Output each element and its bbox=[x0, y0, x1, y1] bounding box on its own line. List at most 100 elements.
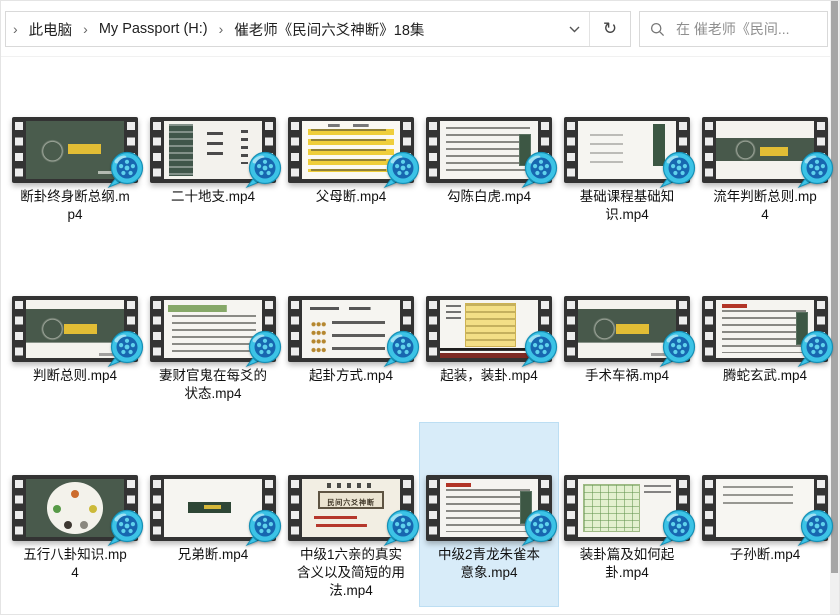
video-player-reel-icon bbox=[381, 329, 423, 369]
thumbnail-area bbox=[6, 423, 144, 541]
file-tile[interactable]: 勾陈白虎.mp4 bbox=[420, 65, 558, 244]
video-player-reel-icon bbox=[381, 508, 423, 548]
file-name: 起卦方式.mp4 bbox=[282, 367, 420, 417]
video-player-reel-icon bbox=[381, 150, 423, 190]
thumbnail-area bbox=[144, 244, 282, 362]
video-player-reel-icon bbox=[657, 329, 699, 369]
file-name: 流年判断总则.mp4 bbox=[696, 188, 834, 238]
video-player-reel-icon bbox=[243, 329, 285, 369]
search-input[interactable] bbox=[674, 20, 817, 38]
video-thumbnail-filmstrip bbox=[564, 117, 690, 183]
video-player-reel-icon bbox=[519, 508, 561, 548]
video-player-reel-icon bbox=[519, 329, 561, 369]
video-player-reel-icon bbox=[657, 508, 699, 548]
file-tile[interactable]: 妻财官鬼在每爻的状态.mp4 bbox=[144, 244, 282, 423]
video-thumbnail-filmstrip: 民间六爻神断 bbox=[288, 475, 414, 541]
breadcrumb-root-chevron-icon[interactable]: › bbox=[6, 21, 25, 37]
thumbnail-area bbox=[144, 65, 282, 183]
thumbnail-title-text: 民间六爻神断 bbox=[316, 495, 387, 509]
file-tile[interactable]: 起卦方式.mp4 bbox=[282, 244, 420, 423]
file-name: 中级2青龙朱雀本意象.mp4 bbox=[420, 546, 558, 596]
breadcrumb-drive[interactable]: My Passport (H:) bbox=[95, 21, 212, 37]
file-tile[interactable]: 装卦篇及如何起卦.mp4 bbox=[558, 423, 696, 606]
thumbnail-area bbox=[420, 65, 558, 183]
video-thumbnail-filmstrip bbox=[702, 117, 828, 183]
search-icon bbox=[650, 22, 665, 37]
video-player-reel-icon bbox=[243, 508, 285, 548]
video-thumbnail-filmstrip bbox=[12, 296, 138, 362]
thumbnail-area bbox=[696, 65, 834, 183]
file-name: 勾陈白虎.mp4 bbox=[420, 188, 558, 238]
file-tile[interactable]: 二十地支.mp4 bbox=[144, 65, 282, 244]
video-player-reel-icon bbox=[657, 150, 699, 190]
video-thumbnail-filmstrip bbox=[564, 475, 690, 541]
file-tile[interactable]: 子孙断.mp4 bbox=[696, 423, 834, 606]
search-box[interactable] bbox=[639, 11, 828, 47]
address-bar[interactable]: › 此电脑 › My Passport (H:) › 催老师《民间六爻神断》18… bbox=[5, 11, 631, 47]
file-tile[interactable]: 手术车祸.mp4 bbox=[558, 244, 696, 423]
thumbnail-area bbox=[420, 423, 558, 541]
thumbnail-area bbox=[420, 244, 558, 362]
file-name: 手术车祸.mp4 bbox=[558, 367, 696, 417]
video-thumbnail-filmstrip bbox=[702, 475, 828, 541]
file-name: 装卦篇及如何起卦.mp4 bbox=[558, 546, 696, 596]
file-tile[interactable]: 民间六爻神断 中级1六亲的真实含义以及简短的用法.mp4 bbox=[282, 423, 420, 606]
file-name: 中级1六亲的真实含义以及简短的用法.mp4 bbox=[282, 546, 420, 600]
breadcrumb-current-folder[interactable]: 催老师《民间六爻神断》18集 bbox=[230, 19, 428, 40]
file-name: 兄弟断.mp4 bbox=[144, 546, 282, 596]
video-thumbnail-filmstrip bbox=[288, 117, 414, 183]
video-player-reel-icon bbox=[105, 150, 147, 190]
file-tile[interactable]: 兄弟断.mp4 bbox=[144, 423, 282, 606]
file-name: 腾蛇玄武.mp4 bbox=[696, 367, 834, 417]
explorer-toolbar: › 此电脑 › My Passport (H:) › 催老师《民间六爻神断》18… bbox=[1, 1, 830, 57]
file-tile[interactable]: 腾蛇玄武.mp4 bbox=[696, 244, 834, 423]
thumbnail-area bbox=[6, 65, 144, 183]
file-name: 判断总则.mp4 bbox=[6, 367, 144, 417]
thumbnail-area bbox=[558, 423, 696, 541]
file-tile[interactable]: 父母断.mp4 bbox=[282, 65, 420, 244]
file-name: 子孙断.mp4 bbox=[696, 546, 834, 596]
video-thumbnail-filmstrip bbox=[288, 296, 414, 362]
address-dropdown-button[interactable] bbox=[559, 12, 589, 46]
refresh-button[interactable]: ↻ bbox=[590, 12, 630, 46]
file-tile[interactable]: 判断总则.mp4 bbox=[6, 244, 144, 423]
video-player-reel-icon bbox=[243, 150, 285, 190]
video-player-reel-icon bbox=[519, 150, 561, 190]
file-name: 基础课程基础知识.mp4 bbox=[558, 188, 696, 238]
thumbnail-area bbox=[696, 244, 834, 362]
video-thumbnail-filmstrip bbox=[426, 117, 552, 183]
file-tile[interactable]: 断卦终身断总纲.mp4 bbox=[6, 65, 144, 244]
file-tile[interactable]: 流年判断总则.mp4 bbox=[696, 65, 834, 244]
thumbnail-area: 民间六爻神断 bbox=[282, 423, 420, 541]
video-thumbnail-filmstrip bbox=[12, 475, 138, 541]
thumbnail-area bbox=[282, 65, 420, 183]
file-tile[interactable]: 基础课程基础知识.mp4 bbox=[558, 65, 696, 244]
video-thumbnail-filmstrip bbox=[150, 475, 276, 541]
video-thumbnail-filmstrip bbox=[426, 296, 552, 362]
video-player-reel-icon bbox=[105, 329, 147, 369]
video-thumbnail-filmstrip bbox=[564, 296, 690, 362]
file-name: 二十地支.mp4 bbox=[144, 188, 282, 238]
chevron-down-icon bbox=[569, 26, 580, 33]
breadcrumb-separator-icon[interactable]: › bbox=[76, 21, 95, 37]
file-tile[interactable]: 中级2青龙朱雀本意象.mp4 bbox=[420, 423, 558, 606]
video-player-reel-icon bbox=[795, 508, 837, 548]
video-thumbnail-filmstrip bbox=[426, 475, 552, 541]
thumbnail-area bbox=[6, 244, 144, 362]
breadcrumb-separator-icon[interactable]: › bbox=[212, 21, 231, 37]
breadcrumb-this-pc[interactable]: 此电脑 bbox=[25, 19, 77, 40]
thumbnail-area bbox=[558, 244, 696, 362]
file-tile[interactable]: 五行八卦知识.mp4 bbox=[6, 423, 144, 606]
scrollbar-thumb[interactable] bbox=[831, 1, 838, 573]
thumbnail-area bbox=[558, 65, 696, 183]
video-thumbnail-filmstrip bbox=[150, 117, 276, 183]
video-thumbnail-filmstrip bbox=[12, 117, 138, 183]
video-thumbnail-filmstrip bbox=[150, 296, 276, 362]
video-player-reel-icon bbox=[795, 150, 837, 190]
video-player-reel-icon bbox=[795, 329, 837, 369]
file-tile[interactable]: 起装，装卦.mp4 bbox=[420, 244, 558, 423]
file-explorer-window: › 此电脑 › My Passport (H:) › 催老师《民间六爻神断》18… bbox=[0, 0, 840, 615]
file-name: 父母断.mp4 bbox=[282, 188, 420, 238]
file-grid: 断卦终身断总纲.mp4 二十地支.mp4 bbox=[1, 57, 830, 614]
file-name: 起装，装卦.mp4 bbox=[420, 367, 558, 417]
